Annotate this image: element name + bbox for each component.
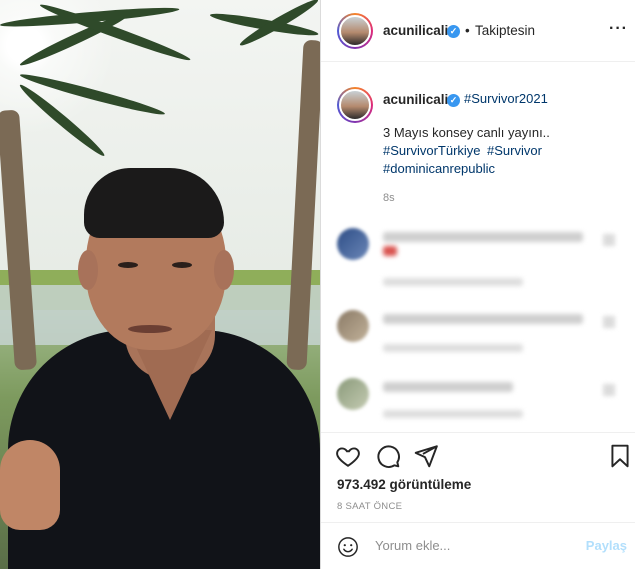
ellipsis-icon[interactable]: ··· xyxy=(609,20,628,38)
blurred-heart-icon xyxy=(603,234,615,246)
caption-hashtag[interactable]: #SurvivorTürkiye xyxy=(383,142,481,160)
verified-badge-icon: ✓ xyxy=(447,94,460,107)
post-video[interactable] xyxy=(0,0,320,569)
view-count[interactable]: 973.492 görüntüleme xyxy=(337,477,471,492)
person-eye-right xyxy=(172,262,192,268)
comment-input[interactable] xyxy=(375,538,575,553)
avatar[interactable] xyxy=(337,87,373,123)
blurred-comment-text xyxy=(383,314,583,324)
person-eye-left xyxy=(118,262,138,268)
avatar xyxy=(337,310,369,342)
verified-badge-icon: ✓ xyxy=(447,25,460,38)
caption-time: 8s xyxy=(383,192,395,204)
post-header: acunilicali ✓ • Takiptesin ··· xyxy=(321,0,635,62)
blurred-comment-meta xyxy=(383,344,523,352)
comments-area: acunilicali ✓ #Survivor2021 3 Mayıs kons… xyxy=(321,62,635,432)
post-actions: 973.492 görüntüleme 8 SAAT ÖNCE xyxy=(321,432,635,522)
paper-plane-icon[interactable] xyxy=(413,443,439,469)
header-username[interactable]: acunilicali xyxy=(383,23,448,38)
avatar[interactable] xyxy=(337,13,373,49)
comment-icon[interactable] xyxy=(375,443,401,469)
share-button[interactable]: Paylaş xyxy=(586,538,627,553)
blurred-comment xyxy=(321,372,635,432)
blurred-comment-text xyxy=(383,232,583,242)
person-hair xyxy=(84,168,224,238)
follow-separator: • xyxy=(465,23,470,38)
add-comment-bar: Paylaş xyxy=(321,522,635,569)
blurred-comment-text xyxy=(383,246,397,256)
post-time[interactable]: 8 SAAT ÖNCE xyxy=(337,501,402,512)
person-ear-left xyxy=(78,250,98,290)
caption-hashtag[interactable]: #dominicanrepublic xyxy=(383,160,495,178)
follow-status-button[interactable]: Takiptesin xyxy=(475,23,535,38)
caption-hashtag[interactable]: #Survivor2021 xyxy=(464,90,548,108)
blurred-heart-icon xyxy=(603,384,615,396)
blurred-heart-icon xyxy=(603,316,615,328)
caption-hashtag[interactable]: #Survivor xyxy=(487,142,542,160)
caption-username[interactable]: acunilicali xyxy=(383,92,448,107)
avatar xyxy=(337,378,369,410)
blurred-comment-meta xyxy=(383,410,523,418)
person-fist xyxy=(0,440,60,530)
blurred-comment-text xyxy=(383,382,513,392)
bookmark-icon[interactable] xyxy=(607,443,633,469)
smiley-icon[interactable] xyxy=(337,536,359,558)
person-mouth xyxy=(128,325,172,333)
heart-icon[interactable] xyxy=(335,443,361,469)
blurred-comment-meta xyxy=(383,278,523,286)
caption-text: 3 Mayıs konsey canlı yayını.. xyxy=(383,125,550,140)
blurred-comment xyxy=(321,222,635,292)
post-side-panel: acunilicali ✓ • Takiptesin ··· acunilica… xyxy=(321,0,635,569)
person-ear-right xyxy=(214,250,234,290)
avatar xyxy=(337,228,369,260)
blurred-comment xyxy=(321,302,635,362)
